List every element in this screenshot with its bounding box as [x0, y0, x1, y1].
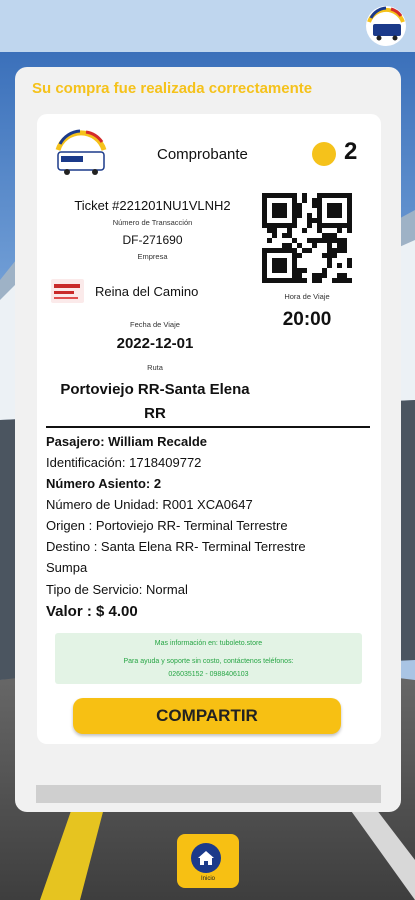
share-button[interactable]: COMPARTIR — [73, 698, 341, 734]
route-label: Ruta — [147, 363, 163, 372]
top-bar — [0, 0, 415, 52]
seat-icon — [312, 142, 336, 166]
route: Portoviejo RR-Santa Elena RR — [60, 381, 250, 422]
company-name: Reina del Camino — [95, 284, 199, 299]
support-phones: 026035152 - 0988406103 — [168, 671, 249, 678]
qr-code-icon — [262, 193, 352, 283]
horizontal-scrollbar[interactable] — [36, 785, 381, 803]
passenger-id: Identificación: 1718409772 — [46, 455, 202, 470]
company-label: Empresa — [137, 252, 168, 261]
origin: Origen : Portoviejo RR- Terminal Terrest… — [46, 518, 288, 533]
unit-number: Número de Unidad: R001 XCA0647 — [46, 497, 253, 512]
seat-number: Número Asiento: 2 — [46, 476, 162, 491]
receipt-title: Comprobante — [157, 146, 248, 163]
transaction-value: DF-271690 — [122, 233, 183, 247]
travel-date: 2022-12-01 — [116, 335, 194, 352]
ticket-number: Ticket #221201NU1VLNH2 — [74, 198, 231, 213]
home-icon — [191, 843, 221, 873]
travel-time-label: Hora de Viaje — [284, 292, 330, 301]
fenacotip-logo — [366, 6, 406, 46]
service-type: Tipo de Servicio: Normal — [46, 582, 188, 597]
fenacotip-ticket-logo — [55, 129, 107, 175]
seat-badge-number: 2 — [344, 138, 358, 165]
travel-time: 20:00 — [282, 309, 332, 330]
destination: Destino : Santa Elena RR- Terminal Terre… — [46, 539, 306, 554]
transaction-label: Número de Transacción — [112, 218, 193, 227]
purchase-success-message: Su compra fue realizada correctamente — [32, 80, 313, 97]
support-info-link[interactable]: Mas información en: tuboleto.store — [55, 640, 362, 647]
support-help-text: Para ayuda y soporte sin costo, contácte… — [123, 658, 294, 665]
ticket-price: Valor : $ 4.00 — [46, 603, 138, 620]
divider — [46, 426, 370, 428]
destination-continued: Sumpa — [46, 560, 88, 575]
travel-date-label: Fecha de Viaje — [130, 320, 180, 329]
nav-home-label: Inicio — [200, 876, 215, 882]
reina-del-camino-logo — [51, 279, 84, 303]
passenger-name: Pasajero: William Recalde — [46, 434, 208, 449]
